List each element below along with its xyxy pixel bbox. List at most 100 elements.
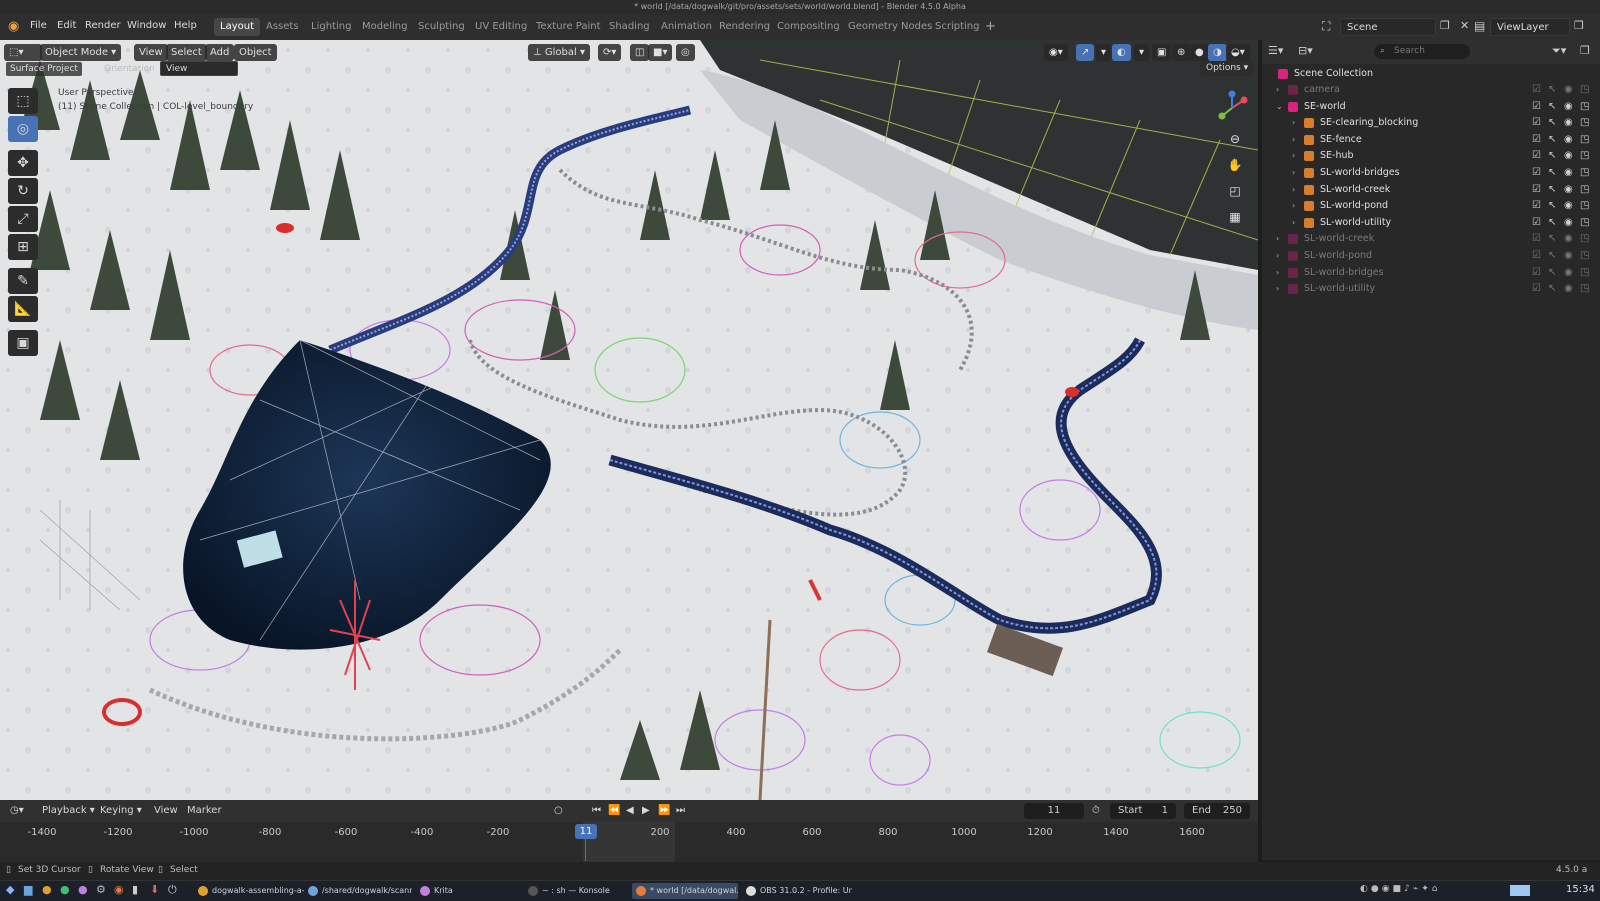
tab-uv-editing[interactable]: UV Editing (469, 18, 533, 36)
overlay-toggle-icon[interactable]: ◐ (1112, 44, 1131, 61)
menu-add[interactable]: Add (205, 44, 235, 61)
chevron-right-icon[interactable]: › (1292, 165, 1295, 181)
menu-help[interactable]: Help (174, 20, 197, 31)
menu-select[interactable]: Select (166, 44, 207, 61)
exclude-checkbox-icon[interactable]: ☑ (1532, 248, 1541, 264)
outliner-row[interactable]: › SL-world-utility ☑ ↖ ◉ ◳ (1262, 215, 1600, 231)
prev-key-icon[interactable]: ⏪ (608, 805, 620, 816)
blender-logo-icon[interactable]: ◉ (8, 19, 19, 34)
eye-icon[interactable]: ◉ (1564, 148, 1573, 164)
add-cube-tool[interactable]: ▣ (8, 330, 38, 356)
new-collection-icon[interactable]: ❐ (1580, 44, 1590, 57)
power-icon[interactable]: ⏻ (168, 883, 177, 897)
outliner-search-input[interactable]: ⌕ Search (1374, 44, 1470, 59)
selectable-icon[interactable]: ↖ (1548, 182, 1556, 198)
chevron-right-icon[interactable]: › (1276, 82, 1279, 98)
3d-viewport[interactable] (0, 40, 1258, 800)
render-camera-icon[interactable]: ◳ (1580, 248, 1589, 264)
terminal-icon[interactable]: ▮ (132, 883, 138, 896)
tab-modeling[interactable]: Modeling (356, 18, 414, 36)
exclude-checkbox-icon[interactable]: ☑ (1532, 99, 1541, 115)
chevron-right-icon[interactable]: › (1276, 231, 1279, 247)
selectable-icon[interactable]: ↖ (1548, 132, 1556, 148)
selectable-icon[interactable]: ↖ (1548, 115, 1556, 131)
preview-range-icon[interactable]: ⏱ (1092, 805, 1100, 816)
browser-icon[interactable]: ● (42, 883, 52, 896)
outliner-row[interactable]: › SL-world-bridges ☑ ↖ ◉ ◳ (1262, 265, 1600, 281)
tab-geometry-nodes[interactable]: Geometry Nodes (842, 18, 938, 36)
selectable-icon[interactable]: ↖ (1548, 231, 1556, 247)
selectable-icon[interactable]: ↖ (1548, 165, 1556, 181)
render-camera-icon[interactable]: ◳ (1580, 198, 1589, 214)
menu-view[interactable]: View (134, 44, 168, 61)
exclude-checkbox-icon[interactable]: ☑ (1532, 115, 1541, 131)
render-camera-icon[interactable]: ◳ (1580, 182, 1589, 198)
eye-icon[interactable]: ◉ (1564, 115, 1573, 131)
orientation-setting[interactable]: Orientation (104, 62, 155, 76)
playhead[interactable]: 11 (575, 824, 597, 839)
new-view-layer-icon[interactable]: ❐ (1574, 19, 1584, 32)
outliner-row[interactable]: › SL-world-bridges ☑ ↖ ◉ ◳ (1262, 165, 1600, 181)
settings-icon[interactable]: ⚙ (96, 883, 106, 896)
exclude-checkbox-icon[interactable]: ☑ (1532, 82, 1541, 98)
eye-icon[interactable]: ◉ (1564, 281, 1573, 297)
end-frame-field[interactable]: End 250 (1184, 803, 1250, 819)
select-box-tool[interactable]: ⬚ (8, 88, 38, 114)
snap-mode-label[interactable]: Surface Project (6, 62, 82, 76)
move-tool[interactable]: ✥ (8, 150, 38, 176)
eye-icon[interactable]: ◉ (1564, 132, 1573, 148)
exclude-checkbox-icon[interactable]: ☑ (1532, 215, 1541, 231)
exclude-checkbox-icon[interactable]: ☑ (1532, 265, 1541, 281)
chevron-right-icon[interactable]: › (1276, 248, 1279, 264)
xray-icon[interactable]: ▣ (1152, 44, 1172, 61)
download-icon[interactable]: ⬇ (150, 883, 159, 896)
tab-layout[interactable]: Layout (214, 18, 260, 36)
outliner-row[interactable]: › camera ☑ ↖ ◉ ◳ (1262, 82, 1600, 98)
chevron-right-icon[interactable]: › (1292, 132, 1295, 148)
render-camera-icon[interactable]: ◳ (1580, 82, 1589, 98)
gizmo-toggle-icon[interactable]: ↗ (1076, 44, 1095, 61)
system-tray-icons[interactable]: ◐●◉■♪⌁✦⌂ (1360, 884, 1440, 894)
auto-key-icon[interactable]: ○ (554, 805, 563, 816)
tab-scripting[interactable]: Scripting (929, 18, 985, 36)
selectable-icon[interactable]: ↖ (1548, 215, 1556, 231)
ortho-toggle-icon[interactable]: ▦ (1224, 206, 1246, 228)
render-camera-icon[interactable]: ◳ (1580, 148, 1589, 164)
selectable-icon[interactable]: ↖ (1548, 248, 1556, 264)
pan-hand-icon[interactable]: ✋ (1224, 154, 1246, 176)
selectable-icon[interactable]: ↖ (1548, 99, 1556, 115)
snap-target-icon[interactable]: ■▾ (648, 44, 673, 61)
navigation-gizmo[interactable] (1214, 90, 1250, 126)
view-layer-selector[interactable]: ViewLayer (1490, 18, 1570, 36)
shading-material-icon[interactable]: ◑ (1208, 44, 1227, 61)
add-workspace-icon[interactable]: + (985, 19, 996, 34)
outliner-row[interactable]: › SL-world-pond ☑ ↖ ◉ ◳ (1262, 198, 1600, 214)
camera-view-icon[interactable]: ◰ (1224, 180, 1246, 202)
gizmo-dropdown-icon[interactable]: ▾ (1096, 44, 1112, 61)
exclude-checkbox-icon[interactable]: ☑ (1532, 132, 1541, 148)
menu-marker[interactable]: Marker (187, 805, 222, 816)
tab-assets[interactable]: Assets (260, 18, 305, 36)
remove-scene-icon[interactable]: ✕ (1460, 19, 1469, 32)
outliner-row[interactable]: › SL-world-pond ☑ ↖ ◉ ◳ (1262, 248, 1600, 264)
task-item-files[interactable]: /shared/dogwalk/scanned... (304, 883, 412, 899)
eye-icon[interactable]: ◉ (1564, 215, 1573, 231)
tab-compositing[interactable]: Compositing (771, 18, 846, 36)
task-item-konsole[interactable]: ~ : sh — Konsole (524, 883, 628, 899)
pivot-icon[interactable]: ⟳▾ (598, 44, 622, 61)
outliner-root[interactable]: Scene Collection (1262, 66, 1600, 82)
timeline-editor-icon[interactable]: ◷▾ (10, 805, 24, 816)
exclude-checkbox-icon[interactable]: ☑ (1532, 182, 1541, 198)
menu-keying[interactable]: Keying ▾ (100, 805, 142, 816)
selectable-icon[interactable]: ↖ (1548, 198, 1556, 214)
task-item-browser[interactable]: dogwalk-assembling-a-wo... (194, 883, 304, 899)
chevron-down-icon[interactable]: ⌄ (1276, 99, 1283, 115)
play-reverse-icon[interactable]: ◀ (626, 805, 634, 816)
selectable-icon[interactable]: ↖ (1548, 265, 1556, 281)
shading-wireframe-icon[interactable]: ⊕ (1172, 44, 1191, 61)
mode-selector[interactable]: Object Mode ▾ (40, 44, 122, 61)
zoom-icon[interactable]: ⊖ (1224, 128, 1246, 150)
selectable-icon[interactable]: ↖ (1548, 82, 1556, 98)
render-camera-icon[interactable]: ◳ (1580, 132, 1589, 148)
files-icon[interactable]: ▆ (24, 883, 32, 896)
